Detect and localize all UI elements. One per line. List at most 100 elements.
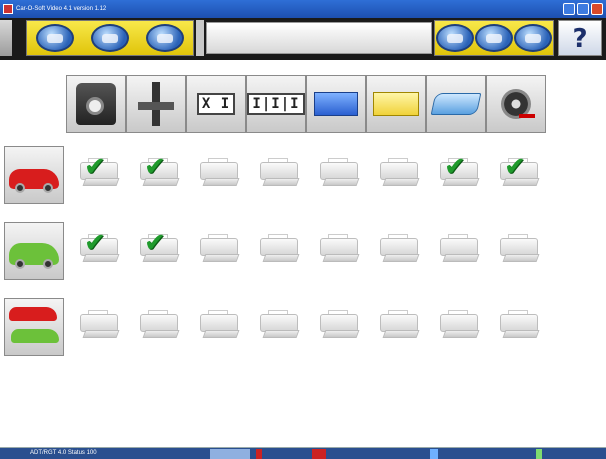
toolbar-left-group <box>26 20 194 56</box>
close-button[interactable] <box>591 3 603 15</box>
status-indicator <box>312 449 326 459</box>
grid-cell[interactable] <box>368 224 428 270</box>
wheel-icon <box>501 89 531 119</box>
title-bar: Car-O-Soft Video 4.1 version 1.12 <box>0 0 606 18</box>
maximize-button[interactable] <box>577 3 589 15</box>
printer-icon <box>498 234 540 264</box>
grid-cell[interactable] <box>308 224 368 270</box>
printer-icon <box>378 234 420 264</box>
settings-icon-button[interactable] <box>514 24 553 52</box>
vehicle-icon-button[interactable] <box>35 24 74 52</box>
window-title: Car-O-Soft Video 4.1 version 1.12 <box>16 6 107 12</box>
printer-icon <box>318 234 360 264</box>
grid-cell[interactable] <box>488 300 548 346</box>
window-controls <box>563 3 603 15</box>
print-icon-button[interactable] <box>146 24 185 52</box>
status-indicator <box>256 449 262 459</box>
header-lift[interactable] <box>126 75 186 133</box>
header-text-box-2[interactable]: I|I|I <box>246 75 306 133</box>
header-wheel[interactable] <box>486 75 546 133</box>
measuring-head-icon <box>76 83 116 125</box>
grid-cell[interactable] <box>248 148 308 194</box>
checkmark-icon: ✔ <box>84 228 106 258</box>
checkmark-icon: ✔ <box>504 152 526 182</box>
grid-cell[interactable] <box>248 300 308 346</box>
status-text: ADT/RGT 4.0 Status 100 <box>30 450 97 456</box>
steering-icon-button[interactable] <box>90 24 129 52</box>
app-icon <box>3 4 13 14</box>
checkmark-icon: ✔ <box>444 152 466 182</box>
toolbar-right-group <box>434 20 554 56</box>
header-text-box-1[interactable]: X I <box>186 75 246 133</box>
measure-icon-button[interactable] <box>435 24 474 52</box>
text-box-icon: X I <box>196 93 236 115</box>
help-button[interactable]: ? <box>558 20 602 56</box>
grid-cell[interactable] <box>68 300 128 346</box>
checkmark-icon: ✔ <box>144 228 166 258</box>
checkmark-icon: ✔ <box>84 152 106 182</box>
red-car-icon <box>9 307 57 321</box>
grid-cell[interactable] <box>308 300 368 346</box>
wheel-icon <box>15 259 25 269</box>
printer-icon <box>438 310 480 340</box>
printer-icon <box>258 234 300 264</box>
header-blue-panel[interactable] <box>306 75 366 133</box>
grid-cell[interactable] <box>368 300 428 346</box>
grid-cell[interactable] <box>428 300 488 346</box>
grid-cell[interactable]: ✔ <box>428 148 488 194</box>
grid-cell[interactable] <box>188 300 248 346</box>
printer-icon <box>438 234 480 264</box>
printer-icon <box>318 158 360 188</box>
grid-row: ✔ ✔ <box>68 224 548 270</box>
header-yellow-panel[interactable] <box>366 75 426 133</box>
blue-panel-icon <box>314 92 358 116</box>
yellow-panel-icon <box>373 92 419 116</box>
database-icon-button[interactable] <box>474 24 513 52</box>
grid-cell[interactable]: ✔ <box>488 148 548 194</box>
grid-cell[interactable] <box>428 224 488 270</box>
checkmark-icon: ✔ <box>144 152 166 182</box>
grid-cell[interactable]: ✔ <box>68 224 128 270</box>
vehicle-row-2[interactable] <box>4 222 64 280</box>
wheel-icon <box>43 259 53 269</box>
minimize-button[interactable] <box>563 3 575 15</box>
header-chassis[interactable] <box>426 75 486 133</box>
lift-icon <box>136 82 176 126</box>
grid-cell[interactable] <box>308 148 368 194</box>
grid-row: ✔ ✔ ✔ ✔ <box>68 148 548 194</box>
printer-icon <box>258 310 300 340</box>
printer-icon <box>78 310 120 340</box>
status-bar: ADT/RGT 4.0 Status 100 <box>0 447 606 459</box>
grid-row <box>68 300 548 346</box>
grid-cell[interactable] <box>188 224 248 270</box>
grid-cell[interactable] <box>368 148 428 194</box>
grid-cell[interactable] <box>128 300 188 346</box>
printer-icon <box>498 310 540 340</box>
status-indicator <box>210 449 250 459</box>
toolbar-separator <box>196 20 204 56</box>
status-display <box>206 22 432 54</box>
status-indicator <box>430 449 438 459</box>
printer-icon <box>198 310 240 340</box>
vehicle-row-3[interactable] <box>4 298 64 356</box>
grid-cell[interactable]: ✔ <box>68 148 128 194</box>
printer-icon <box>198 158 240 188</box>
toolbar-edge <box>0 20 12 56</box>
grid-cell[interactable] <box>488 224 548 270</box>
main-toolbar: ? <box>0 18 606 60</box>
vehicle-row-1[interactable] <box>4 146 64 204</box>
text-box-icon: I|I|I <box>247 93 305 115</box>
printer-icon <box>378 310 420 340</box>
wheel-icon <box>15 183 25 193</box>
printer-icon <box>138 310 180 340</box>
grid-cell[interactable]: ✔ <box>128 148 188 194</box>
printer-icon <box>258 158 300 188</box>
header-measuring-head[interactable] <box>66 75 126 133</box>
printer-icon <box>378 158 420 188</box>
grid-cell[interactable]: ✔ <box>128 224 188 270</box>
printer-icon <box>198 234 240 264</box>
grid-cell[interactable] <box>188 148 248 194</box>
wheel-icon <box>43 183 53 193</box>
printer-icon <box>318 310 360 340</box>
grid-cell[interactable] <box>248 224 308 270</box>
